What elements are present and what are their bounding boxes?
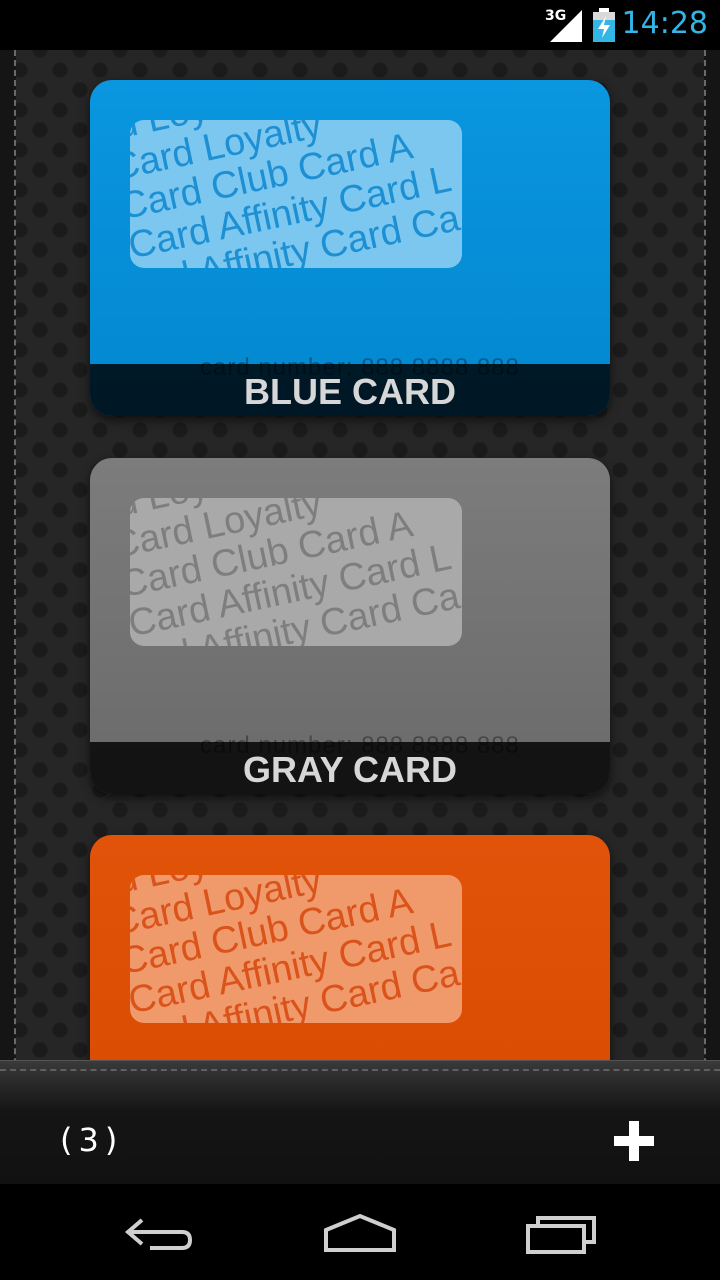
navigation-bar	[0, 1184, 720, 1280]
card-gray[interactable]: rd Loyalty Card Loyalty Card Club Card A…	[90, 458, 610, 794]
wallet-pocket: (3)	[0, 1060, 720, 1184]
wallet-area: rd Loyalty Card Loyalty Card Club Card A…	[0, 50, 720, 1184]
clock: 14:28	[621, 6, 708, 41]
card-pattern: rd Loyalty Card Loyalty Card Club Card A…	[130, 120, 462, 268]
add-card-button[interactable]	[612, 1119, 658, 1165]
card-pattern: rd Loyalty Card Loyalty Card Club Card A…	[130, 875, 462, 1023]
wallet-edge-left	[0, 50, 16, 1184]
battery-icon	[593, 8, 615, 42]
card-logo-panel: rd Loyalty Card Loyalty Card Club Card A…	[130, 498, 462, 646]
plus-icon	[629, 1121, 639, 1161]
card-count: (3)	[60, 1121, 124, 1159]
pocket-stitching	[0, 1069, 720, 1071]
recent-apps-icon[interactable]	[522, 1208, 602, 1256]
card-name: BLUE CARD	[90, 364, 610, 416]
card-logo-panel: rd Loyalty Card Loyalty Card Club Card A…	[130, 875, 462, 1023]
wallet-edge-right	[704, 50, 720, 1184]
status-bar: 3G 14:28	[0, 0, 720, 50]
card-pattern: rd Loyalty Card Loyalty Card Club Card A…	[130, 498, 462, 646]
card-name: GRAY CARD	[90, 742, 610, 794]
home-icon[interactable]	[320, 1208, 400, 1256]
signal-icon	[550, 10, 582, 42]
back-icon[interactable]	[120, 1208, 200, 1256]
card-logo-panel: rd Loyalty Card Loyalty Card Club Card A…	[130, 120, 462, 268]
card-blue[interactable]: rd Loyalty Card Loyalty Card Club Card A…	[90, 80, 610, 416]
